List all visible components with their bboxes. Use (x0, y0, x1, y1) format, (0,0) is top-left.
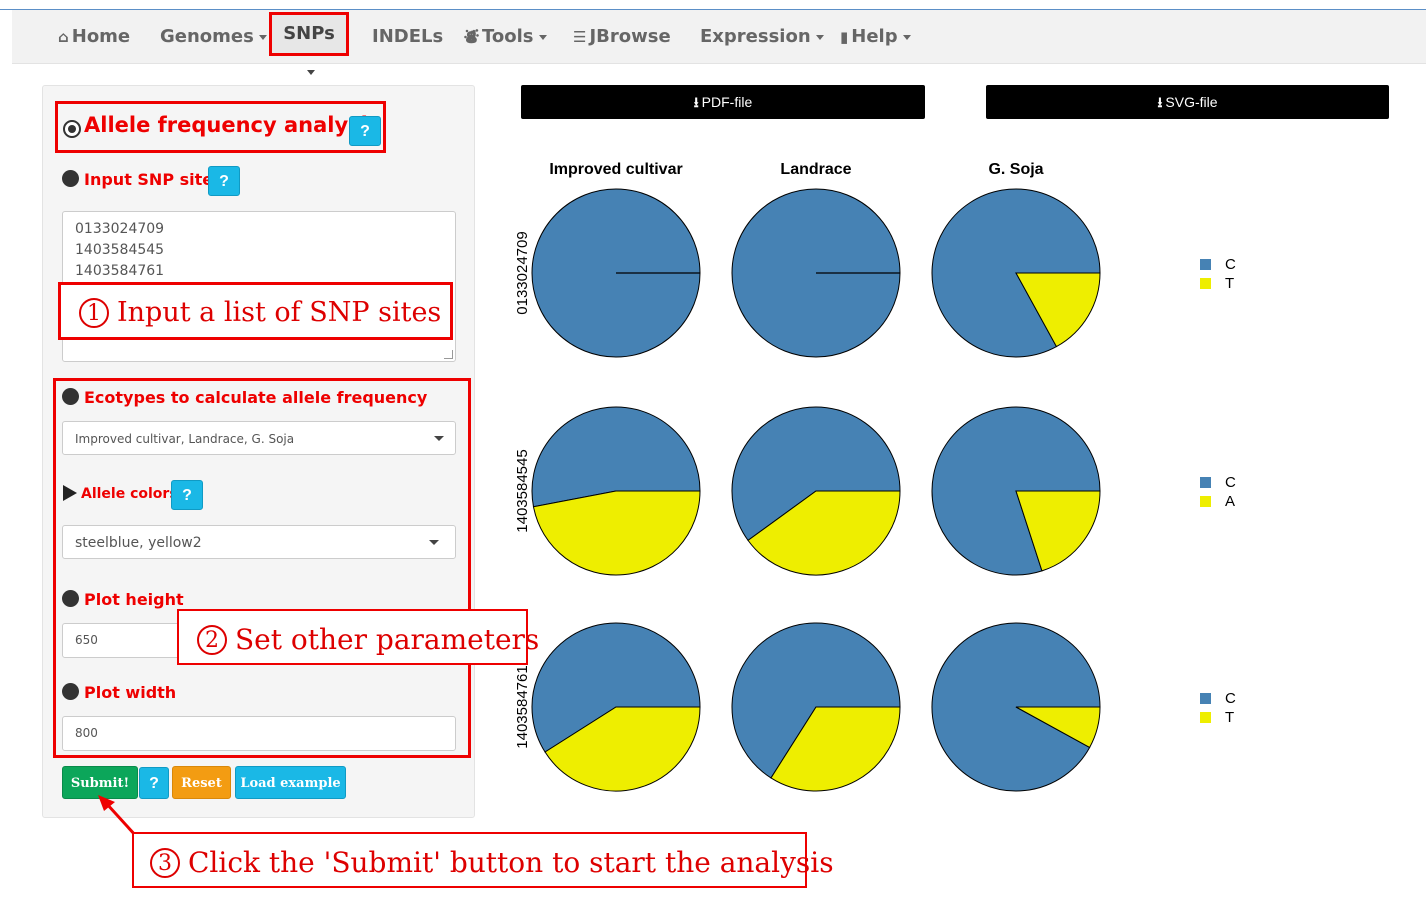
legend-label: C (1225, 474, 1236, 491)
step-number-badge: 3 (150, 847, 180, 878)
legend-label: A (1225, 493, 1235, 510)
legend-swatch (1200, 477, 1211, 488)
pie-slice-A (532, 490, 701, 576)
legend-swatch (1200, 496, 1211, 507)
legend-swatch (1200, 278, 1211, 289)
pdf-download-button[interactable]: ⭳ PDF-file (521, 85, 925, 119)
download-icon: ⭳ (693, 94, 699, 110)
pie-chart-grid: Improved cultivar Landrace G. Soja 01330247… (514, 161, 1236, 792)
legend-swatch (1200, 712, 1211, 723)
row-label: 1403584545 (514, 449, 531, 532)
download-icon: ⭳ (1157, 94, 1163, 110)
column-label: G. Soja (988, 161, 1043, 178)
annotation-step3: 3 Click the 'Submit' button to start the … (132, 832, 834, 888)
legend-swatch (1200, 259, 1211, 270)
legend-label: T (1225, 709, 1234, 726)
annotation-text: Click the 'Submit' button to start the a… (188, 846, 834, 879)
column-label: Landrace (780, 161, 851, 178)
legend-label: C (1225, 256, 1236, 273)
row-label: 0133024709 (514, 231, 531, 314)
legend-label: C (1225, 690, 1236, 707)
row-label: 1403584761 (514, 665, 531, 748)
column-label: Improved cultivar (549, 161, 682, 178)
svg-download-button[interactable]: ⭳ SVG-file (986, 85, 1389, 119)
legend-swatch (1200, 693, 1211, 704)
legend-label: T (1225, 275, 1234, 292)
